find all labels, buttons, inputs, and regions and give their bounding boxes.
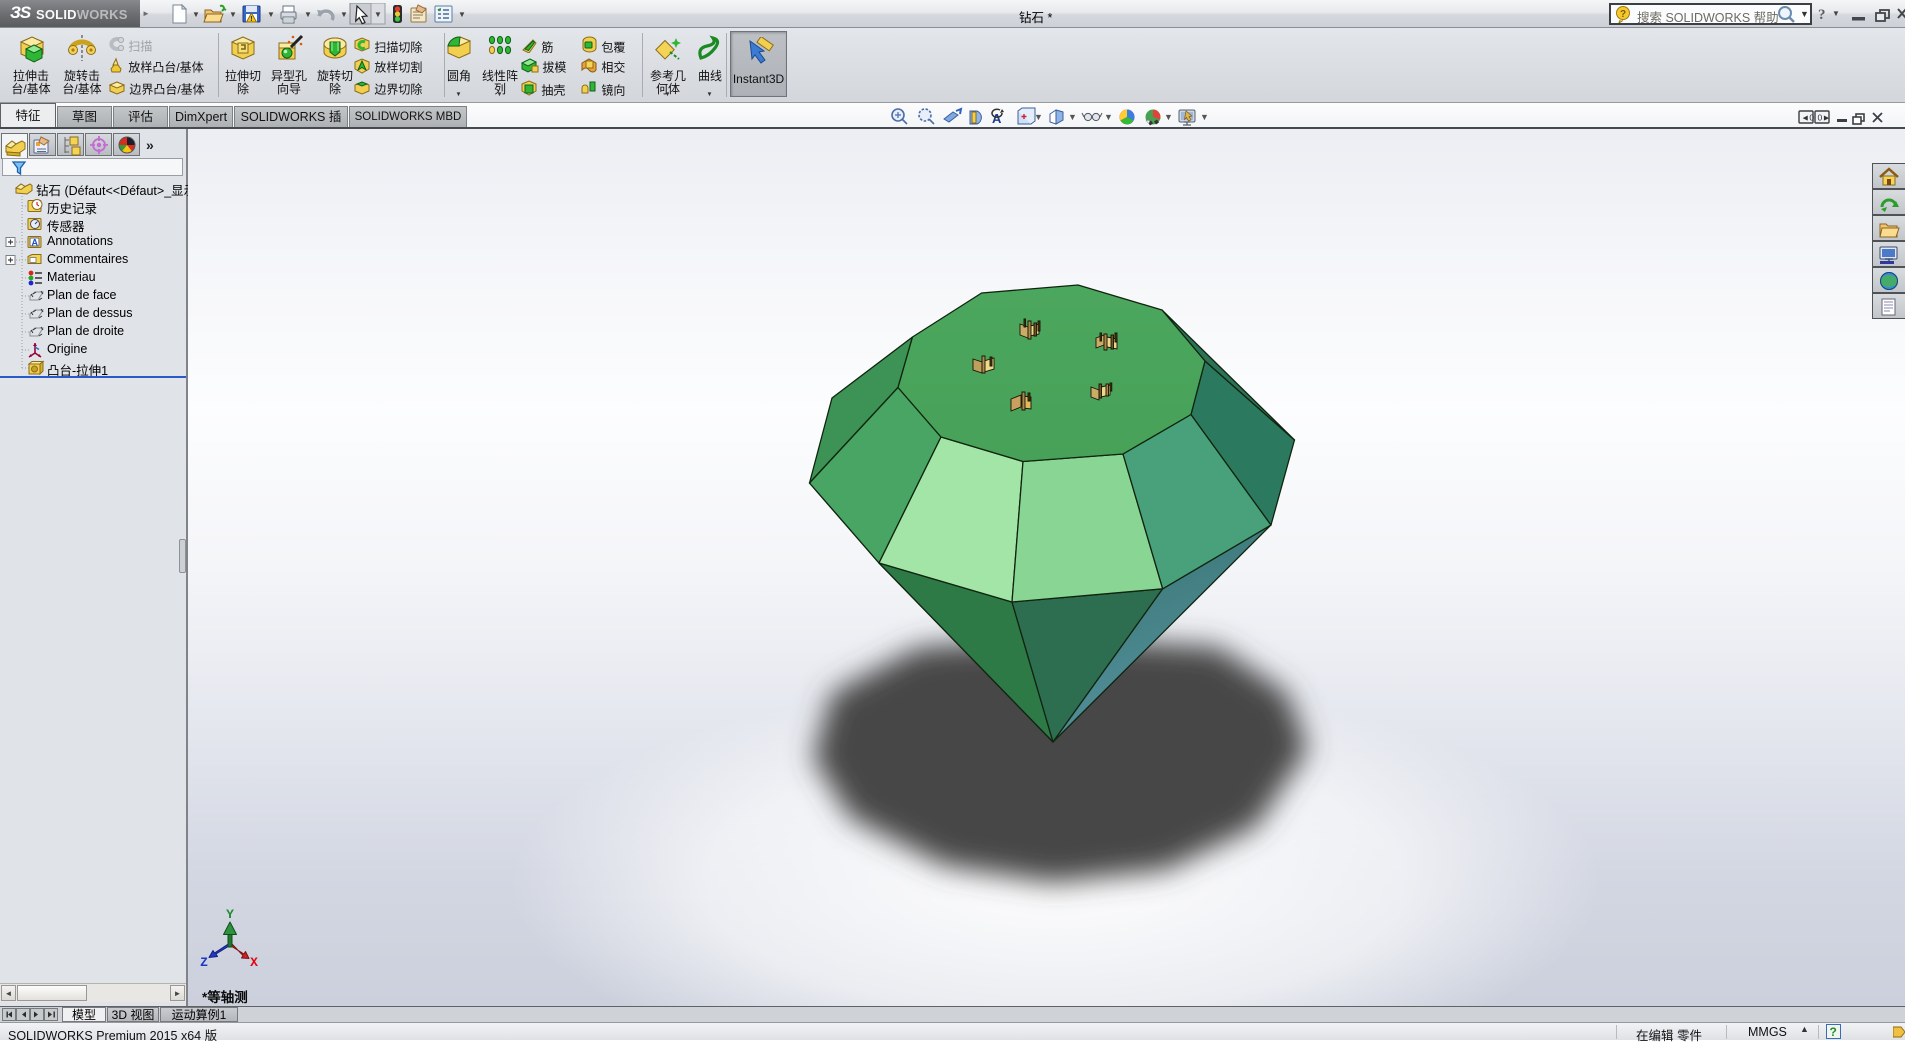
svg-text:▼: ▼: [1832, 9, 1840, 18]
svg-text:?: ?: [1818, 7, 1826, 23]
svg-text:▼: ▼: [458, 10, 466, 19]
svg-text:▼: ▼: [1104, 112, 1113, 122]
svg-text:▼: ▼: [340, 10, 348, 19]
svg-text:▼: ▼: [267, 10, 275, 19]
svg-text:▼: ▼: [1200, 112, 1209, 122]
svg-text:▼: ▼: [304, 10, 312, 19]
svg-text:▼: ▼: [1068, 112, 1077, 122]
svg-text:▼: ▼: [192, 10, 200, 19]
svg-text:!: !: [250, 16, 252, 23]
svg-text:X: X: [250, 955, 258, 970]
svg-text:◄0: ◄0: [1801, 113, 1814, 123]
svg-text:?: ?: [1830, 1025, 1837, 1039]
svg-text:?: ?: [1620, 9, 1626, 20]
svg-text:▼: ▼: [374, 10, 382, 19]
svg-text:▼: ▼: [229, 10, 237, 19]
svg-text:▼: ▼: [1164, 112, 1173, 122]
svg-text:A: A: [992, 111, 1002, 126]
svg-text:Z: Z: [200, 955, 208, 970]
svg-text:0►: 0►: [1818, 113, 1831, 123]
svg-text:Y: Y: [226, 907, 234, 922]
svg-text:▼: ▼: [1034, 112, 1043, 122]
